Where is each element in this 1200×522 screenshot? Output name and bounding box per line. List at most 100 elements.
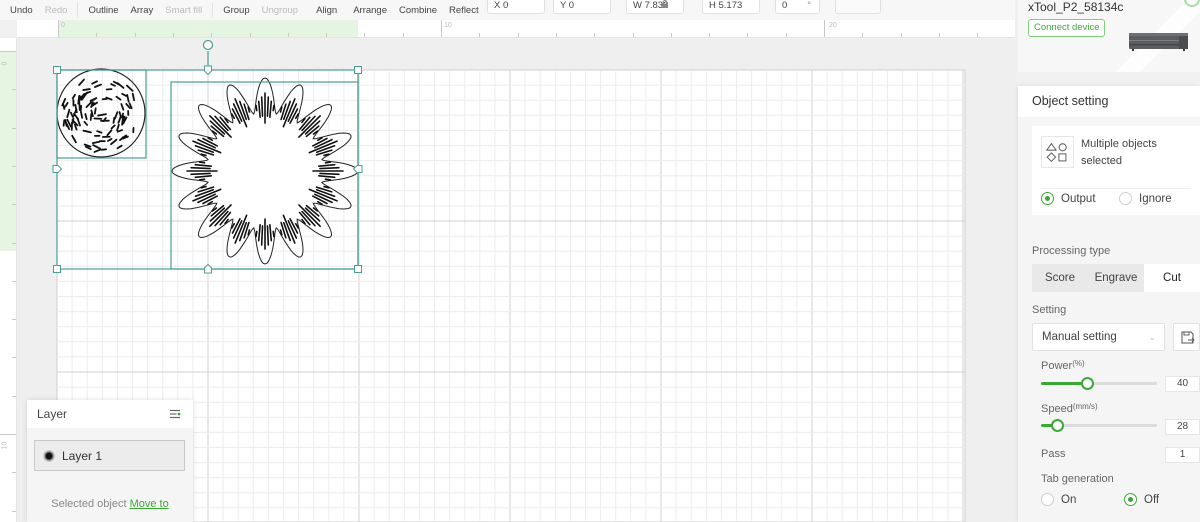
processing-type-label: Processing type: [1032, 245, 1111, 257]
ruler-tick: [12, 510, 16, 512]
save-setting-button[interactable]: [1173, 323, 1200, 351]
list-settings-icon[interactable]: [169, 409, 181, 419]
resize-handle-corner[interactable]: [53, 66, 61, 74]
flower-hatch-stroke: [266, 96, 270, 117]
ruler-tick: [747, 33, 749, 37]
tab-engrave[interactable]: Engrave: [1088, 264, 1144, 292]
x-position-input[interactable]: X 0: [487, 0, 545, 14]
save-preset-icon: [1181, 331, 1195, 344]
flower-hatch-stroke: [190, 166, 211, 170]
layer-panel-title: Layer: [37, 407, 68, 421]
circle-dot: [93, 107, 97, 115]
flower-object[interactable]: [171, 77, 359, 265]
power-label: Power(%): [1041, 359, 1085, 372]
power-slider[interactable]: [1041, 377, 1157, 391]
speed-input[interactable]: 28: [1165, 419, 1200, 435]
ruler-tick: [900, 33, 902, 37]
ruler-tick: [517, 33, 519, 37]
power-slider-knob[interactable]: [1081, 377, 1095, 390]
object-setting-title: Object setting: [1018, 86, 1200, 117]
move-to-link[interactable]: Move to: [130, 498, 169, 510]
connect-device-button[interactable]: Connect device: [1028, 19, 1106, 37]
layer-color-dot[interactable]: [43, 449, 55, 462]
power-input[interactable]: 40: [1165, 376, 1200, 392]
resize-handle-corner[interactable]: [354, 66, 362, 74]
undo-button[interactable]: Undo: [4, 5, 39, 16]
resize-handle-corner[interactable]: [53, 265, 61, 273]
ruler-tick: [12, 127, 16, 129]
tab-off-radio[interactable]: [1124, 493, 1137, 506]
device-name: xTool_P2_58134c: [1028, 0, 1124, 14]
layer-item[interactable]: Layer 1: [34, 440, 185, 471]
lock-icon[interactable]: [661, 0, 669, 8]
ruler-left-selection-highlight: [0, 51, 16, 251]
toolbar-extra-field[interactable]: [835, 0, 881, 14]
layer-panel-header: Layer: [27, 400, 193, 428]
flower-hatch-stroke: [255, 230, 258, 238]
ignore-radio[interactable]: [1119, 192, 1132, 205]
group-button[interactable]: Group: [217, 5, 255, 16]
ruler-tick: [287, 33, 289, 37]
output-radio[interactable]: [1041, 192, 1054, 205]
align-button[interactable]: Align: [310, 5, 343, 16]
ruler-tick: [134, 33, 136, 37]
resize-handle-corner[interactable]: [354, 265, 362, 273]
tab-off-label: Off: [1144, 493, 1160, 506]
shapes-icon: [1041, 136, 1074, 168]
rotation-input[interactable]: 0 °: [775, 0, 820, 14]
processing-type-tabs: Score Engrave Cut: [1032, 264, 1200, 292]
flower-hatch-stroke: [319, 166, 340, 170]
y-position-input[interactable]: Y 0: [553, 0, 611, 14]
tab-on-option[interactable]: On: [1041, 493, 1076, 506]
outline-button[interactable]: Outline: [82, 5, 124, 16]
ruler-tick: [364, 33, 366, 37]
toolbar-divider: [77, 3, 79, 17]
arrange-button[interactable]: Arrange: [347, 5, 393, 16]
flower-hatch-stroke: [260, 96, 264, 117]
ruler-tick: [479, 33, 481, 37]
output-radio-option[interactable]: Output: [1041, 192, 1096, 205]
tab-off-option[interactable]: Off: [1124, 493, 1159, 506]
laser-machine-image: [1129, 33, 1188, 51]
chevron-down-icon: ⌄: [1148, 332, 1156, 342]
ignore-label: Ignore: [1139, 192, 1172, 205]
circle-dot: [82, 88, 91, 91]
device-card: xTool_P2_58134c Connect device: [1018, 0, 1200, 72]
circle-dot: [77, 94, 81, 105]
tab-on-radio[interactable]: [1041, 493, 1054, 506]
speed-slider[interactable]: [1041, 419, 1157, 433]
ruler-major-tick: [58, 20, 59, 37]
pass-input[interactable]: 1: [1165, 447, 1200, 463]
array-button[interactable]: Array: [125, 5, 160, 16]
tab-score[interactable]: Score: [1032, 264, 1088, 292]
ruler-left-label: 10: [1, 441, 9, 450]
tab-cut[interactable]: Cut: [1144, 264, 1200, 292]
ruler-tick: [12, 242, 16, 244]
speed-slider-knob[interactable]: [1051, 419, 1065, 432]
ruler-top-label: 0: [61, 22, 65, 29]
flower-hatch-stroke: [272, 230, 275, 238]
ruler-tick: [12, 395, 16, 397]
flower-hatch-stroke: [319, 172, 340, 176]
ungroup-button[interactable]: Ungroup: [256, 5, 304, 16]
circle-dot: [80, 110, 84, 119]
ignore-radio-option[interactable]: Ignore: [1119, 192, 1172, 205]
width-input[interactable]: W 7.832: [626, 0, 684, 14]
height-input[interactable]: H 5.173: [702, 0, 760, 14]
divider: [1041, 188, 1191, 189]
setting-dropdown[interactable]: Manual setting ⌄: [1032, 323, 1165, 351]
flower-hatch-stroke: [324, 161, 332, 164]
pass-label: Pass: [1041, 448, 1066, 460]
ruler-tick: [709, 33, 711, 37]
tab-generation-label: Tab generation: [1041, 473, 1114, 485]
flower-hatch-stroke: [255, 104, 258, 112]
ruler-tick: [977, 33, 979, 37]
rotate-handle[interactable]: [202, 39, 214, 51]
layer-name: Layer 1: [62, 448, 103, 463]
smart-fill-button[interactable]: Smart fill: [159, 5, 208, 16]
reflect-button[interactable]: Reflect: [443, 5, 485, 16]
ruler-major-tick: [824, 20, 825, 37]
combine-button[interactable]: Combine: [393, 5, 443, 16]
redo-button[interactable]: Redo: [39, 5, 74, 16]
ruler-tick: [12, 280, 16, 282]
